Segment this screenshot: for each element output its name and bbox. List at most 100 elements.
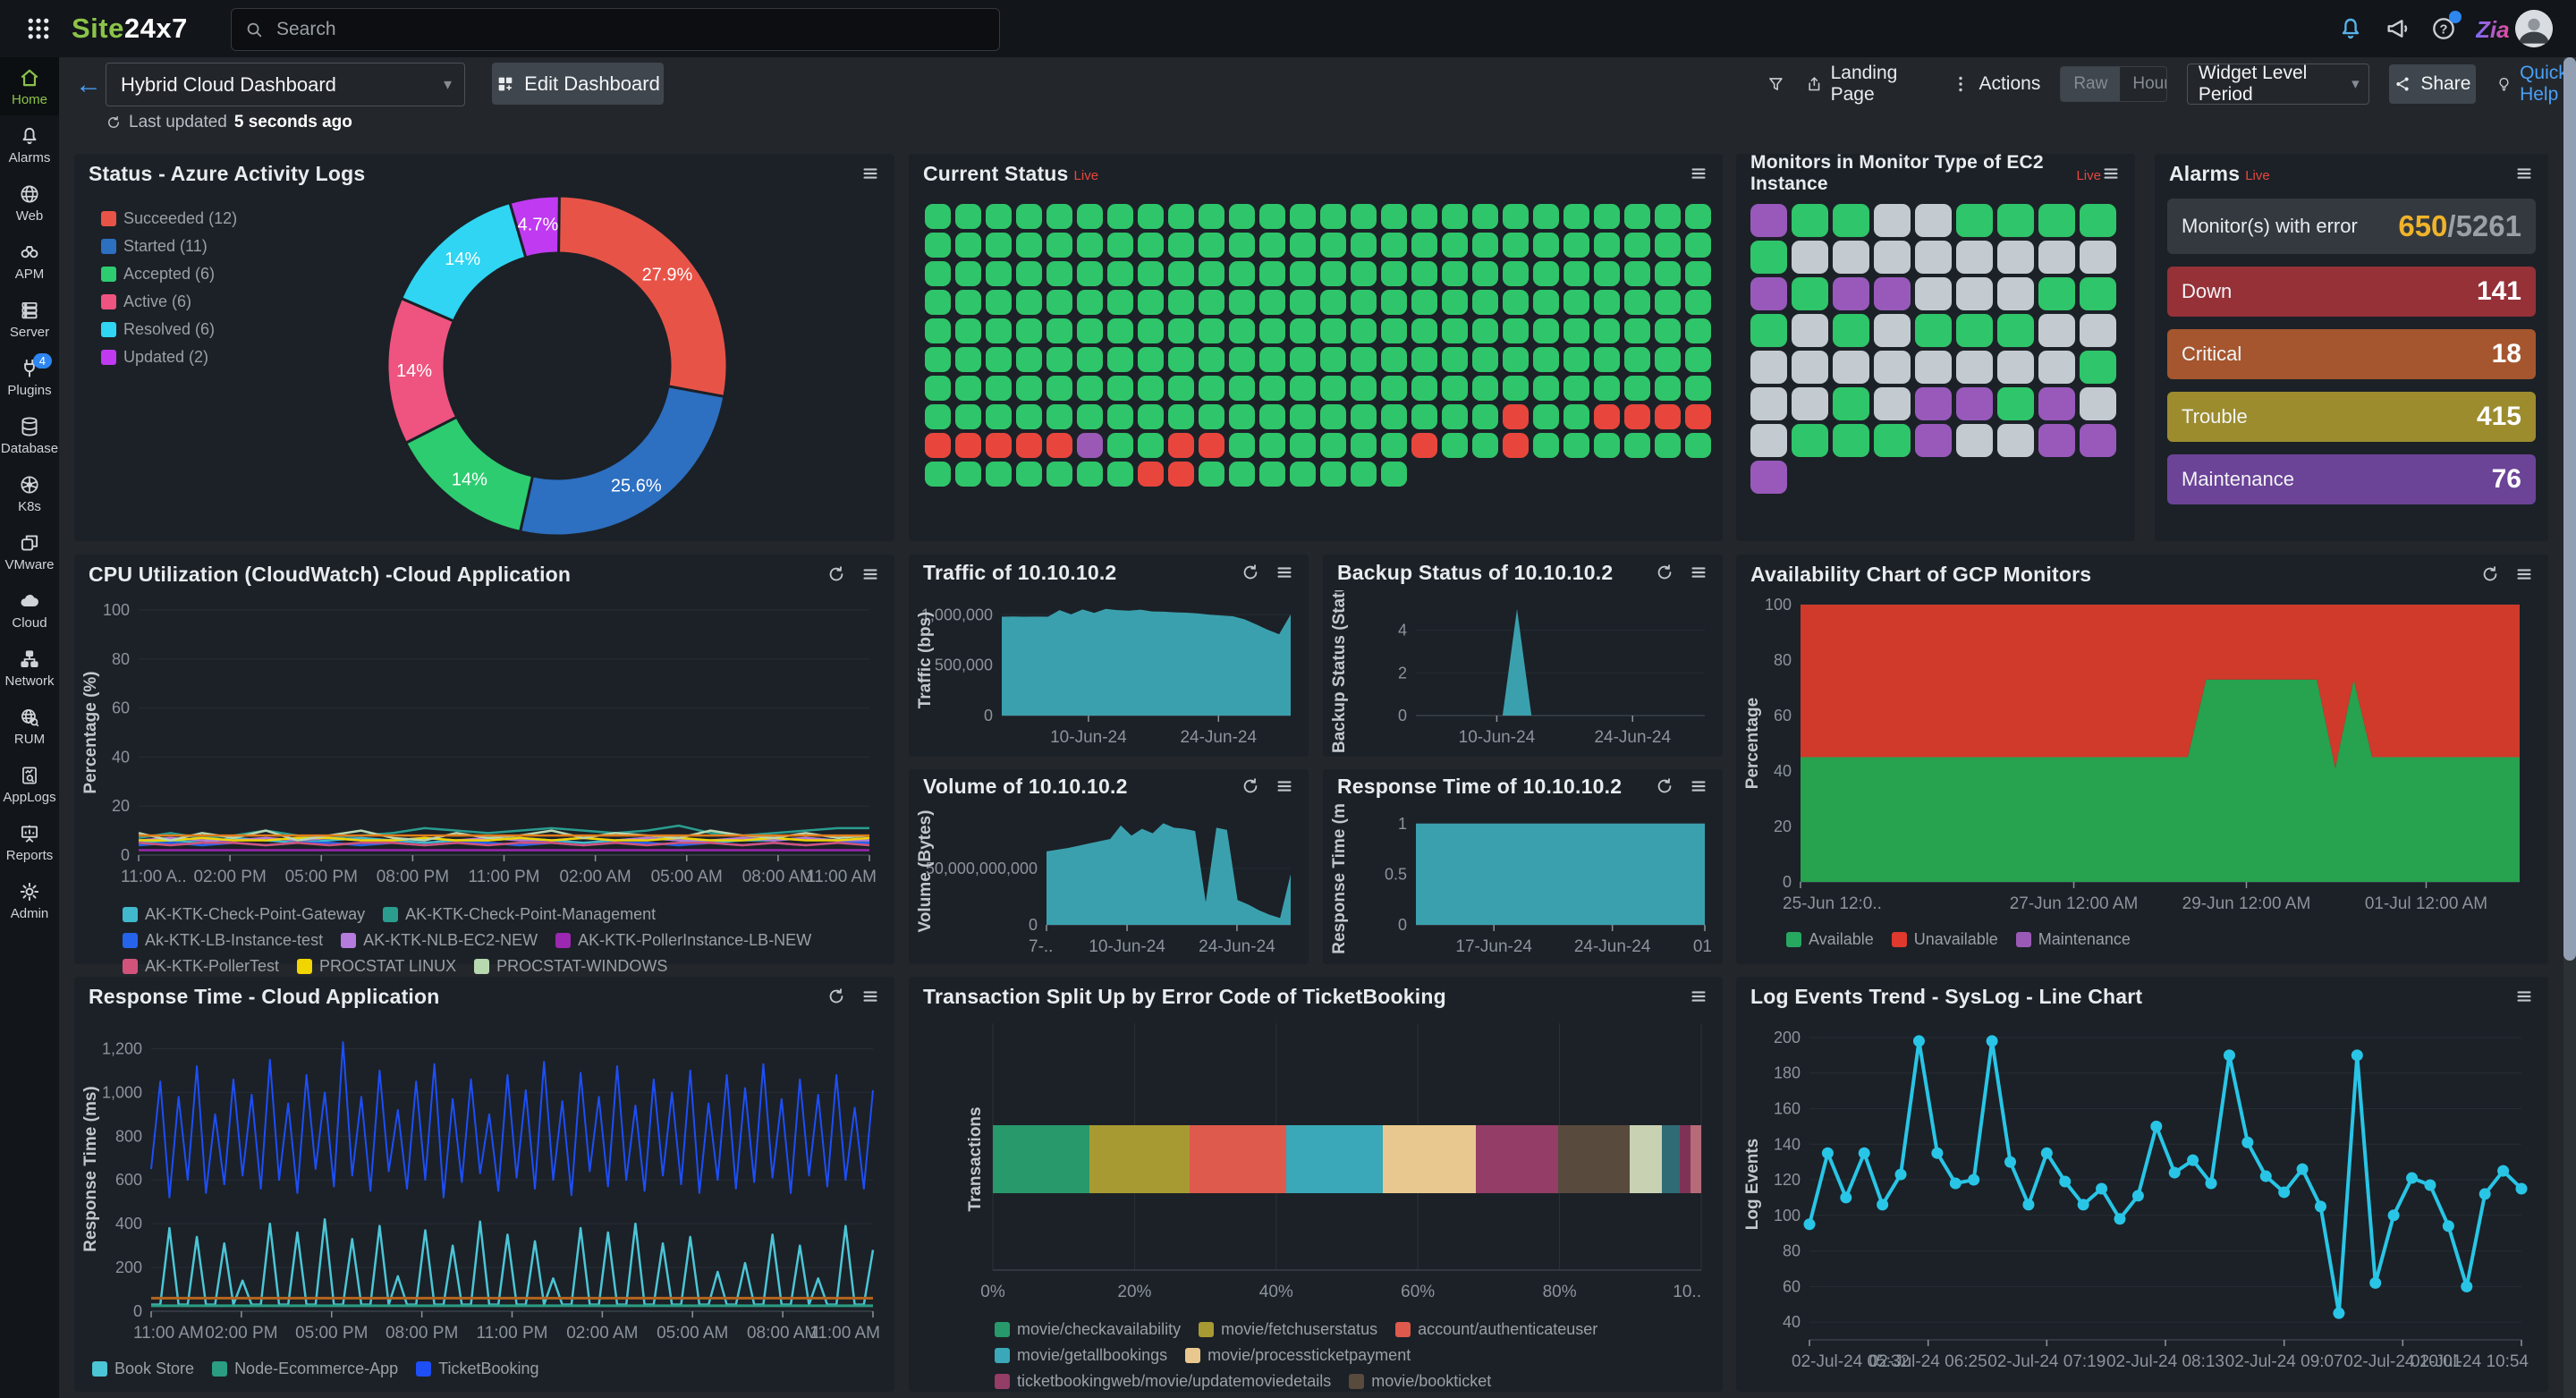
legend-item[interactable]: movie/bookticket: [1349, 1372, 1491, 1391]
monitor-status-cell[interactable]: [1503, 347, 1529, 372]
monitor-status-cell[interactable]: [1411, 347, 1437, 372]
monitor-status-cell[interactable]: [1290, 433, 1316, 458]
monitor-status-cell[interactable]: [1655, 404, 1681, 429]
monitor-status-cell[interactable]: [1685, 261, 1711, 286]
monitor-status-cell[interactable]: [1624, 290, 1650, 315]
monitor-status-cell[interactable]: [1168, 204, 1194, 229]
monitor-status-cell[interactable]: [2038, 204, 2075, 237]
widget-refresh-icon[interactable]: [1655, 776, 1674, 796]
monitor-status-cell[interactable]: [1351, 290, 1377, 315]
monitor-status-cell[interactable]: [1381, 290, 1407, 315]
monitor-status-cell[interactable]: [1320, 376, 1346, 401]
monitor-status-cell[interactable]: [1168, 376, 1194, 401]
monitor-status-cell[interactable]: [1503, 290, 1529, 315]
monitor-status-cell[interactable]: [1472, 376, 1498, 401]
monitor-status-cell[interactable]: [1472, 433, 1498, 458]
legend-item[interactable]: Active (6): [101, 292, 191, 311]
monitor-status-cell[interactable]: [1199, 347, 1224, 372]
monitor-status-cell[interactable]: [1320, 318, 1346, 343]
widget-refresh-icon[interactable]: [2480, 564, 2500, 584]
monitor-status-cell[interactable]: [1290, 404, 1316, 429]
monitor-status-cell[interactable]: [1503, 404, 1529, 429]
monitor-status-cell[interactable]: [1199, 204, 1224, 229]
monitor-status-cell[interactable]: [1016, 233, 1042, 258]
monitor-status-cell[interactable]: [1997, 241, 2034, 274]
monitor-status-cell[interactable]: [1229, 318, 1255, 343]
monitor-status-cell[interactable]: [1874, 277, 1911, 310]
monitor-status-cell[interactable]: [1381, 204, 1407, 229]
widget-menu-icon[interactable]: [2101, 164, 2121, 183]
monitor-status-cell[interactable]: [1381, 404, 1407, 429]
monitor-status-cell[interactable]: [1750, 277, 1787, 310]
monitor-status-cell[interactable]: [1956, 314, 1993, 347]
monitor-status-cell[interactable]: [1320, 462, 1346, 487]
monitor-status-cell[interactable]: [1320, 204, 1346, 229]
monitor-status-cell[interactable]: [1259, 404, 1285, 429]
widget-menu-icon[interactable]: [1689, 563, 1708, 582]
sidebar-item-k8s[interactable]: K8s: [0, 464, 59, 522]
monitor-status-cell[interactable]: [1138, 404, 1164, 429]
monitor-status-cell[interactable]: [1833, 204, 1869, 237]
sidebar-item-network[interactable]: Network: [0, 639, 59, 697]
monitor-status-cell[interactable]: [1442, 233, 1468, 258]
monitor-status-cell[interactable]: [1472, 347, 1498, 372]
monitor-status-cell[interactable]: [1442, 376, 1468, 401]
monitor-status-cell[interactable]: [1016, 204, 1042, 229]
page-scrollbar-track[interactable]: [2563, 57, 2576, 1398]
monitor-status-cell[interactable]: [1533, 318, 1559, 343]
monitor-status-cell[interactable]: [1750, 424, 1787, 457]
monitor-status-cell[interactable]: [1290, 318, 1316, 343]
legend-item[interactable]: Updated (2): [101, 348, 208, 367]
monitor-status-cell[interactable]: [1563, 433, 1589, 458]
monitor-status-cell[interactable]: [1046, 404, 1072, 429]
monitor-status-cell[interactable]: [1750, 314, 1787, 347]
monitor-status-cell[interactable]: [1956, 241, 1993, 274]
monitor-status-cell[interactable]: [1956, 204, 1993, 237]
monitor-status-cell[interactable]: [1533, 433, 1559, 458]
monitor-status-cell[interactable]: [955, 318, 981, 343]
monitor-status-cell[interactable]: [1168, 462, 1194, 487]
monitor-status-cell[interactable]: [1833, 241, 1869, 274]
sidebar-item-apm[interactable]: APM: [0, 232, 59, 290]
monitor-status-cell[interactable]: [1229, 376, 1255, 401]
widget-menu-icon[interactable]: [2514, 987, 2534, 1006]
legend-item[interactable]: Succeeded (12): [101, 209, 237, 228]
monitor-status-cell[interactable]: [1259, 204, 1285, 229]
monitor-status-cell[interactable]: [1750, 241, 1787, 274]
monitor-status-cell[interactable]: [1077, 404, 1103, 429]
monitor-status-cell[interactable]: [1533, 204, 1559, 229]
monitor-status-cell[interactable]: [1381, 462, 1407, 487]
monitor-status-cell[interactable]: [1107, 376, 1133, 401]
widget-menu-icon[interactable]: [1689, 776, 1708, 796]
monitor-status-cell[interactable]: [1168, 233, 1194, 258]
monitor-status-cell[interactable]: [955, 462, 981, 487]
monitor-status-cell[interactable]: [955, 433, 981, 458]
monitor-status-cell[interactable]: [1290, 376, 1316, 401]
monitor-status-cell[interactable]: [925, 433, 951, 458]
monitor-status-cell[interactable]: [1259, 433, 1285, 458]
monitor-status-cell[interactable]: [1594, 204, 1620, 229]
monitor-status-cell[interactable]: [1016, 261, 1042, 286]
monitor-status-cell[interactable]: [1685, 318, 1711, 343]
monitor-status-cell[interactable]: [1107, 433, 1133, 458]
monitor-status-cell[interactable]: [2038, 387, 2075, 420]
sidebar-item-admin[interactable]: Admin: [0, 871, 59, 929]
monitor-status-cell[interactable]: [1381, 347, 1407, 372]
monitor-status-cell[interactable]: [2080, 351, 2116, 384]
monitor-status-cell[interactable]: [1077, 462, 1103, 487]
monitor-status-cell[interactable]: [1290, 347, 1316, 372]
monitor-status-cell[interactable]: [1833, 314, 1869, 347]
site24x7-logo[interactable]: Site24x7: [72, 13, 188, 45]
monitor-status-cell[interactable]: [1107, 204, 1133, 229]
monitor-status-cell[interactable]: [1199, 462, 1224, 487]
monitor-status-cell[interactable]: [1442, 204, 1468, 229]
monitor-status-cell[interactable]: [1874, 351, 1911, 384]
widget-menu-icon[interactable]: [1689, 164, 1708, 183]
user-avatar[interactable]: [2515, 10, 2553, 47]
legend-item[interactable]: Started (11): [101, 237, 208, 256]
monitor-status-cell[interactable]: [1046, 433, 1072, 458]
monitor-status-cell[interactable]: [1107, 290, 1133, 315]
monitor-status-cell[interactable]: [1655, 433, 1681, 458]
monitor-status-cell[interactable]: [1138, 318, 1164, 343]
alarm-row-maintenance[interactable]: Maintenance 76: [2167, 454, 2536, 504]
